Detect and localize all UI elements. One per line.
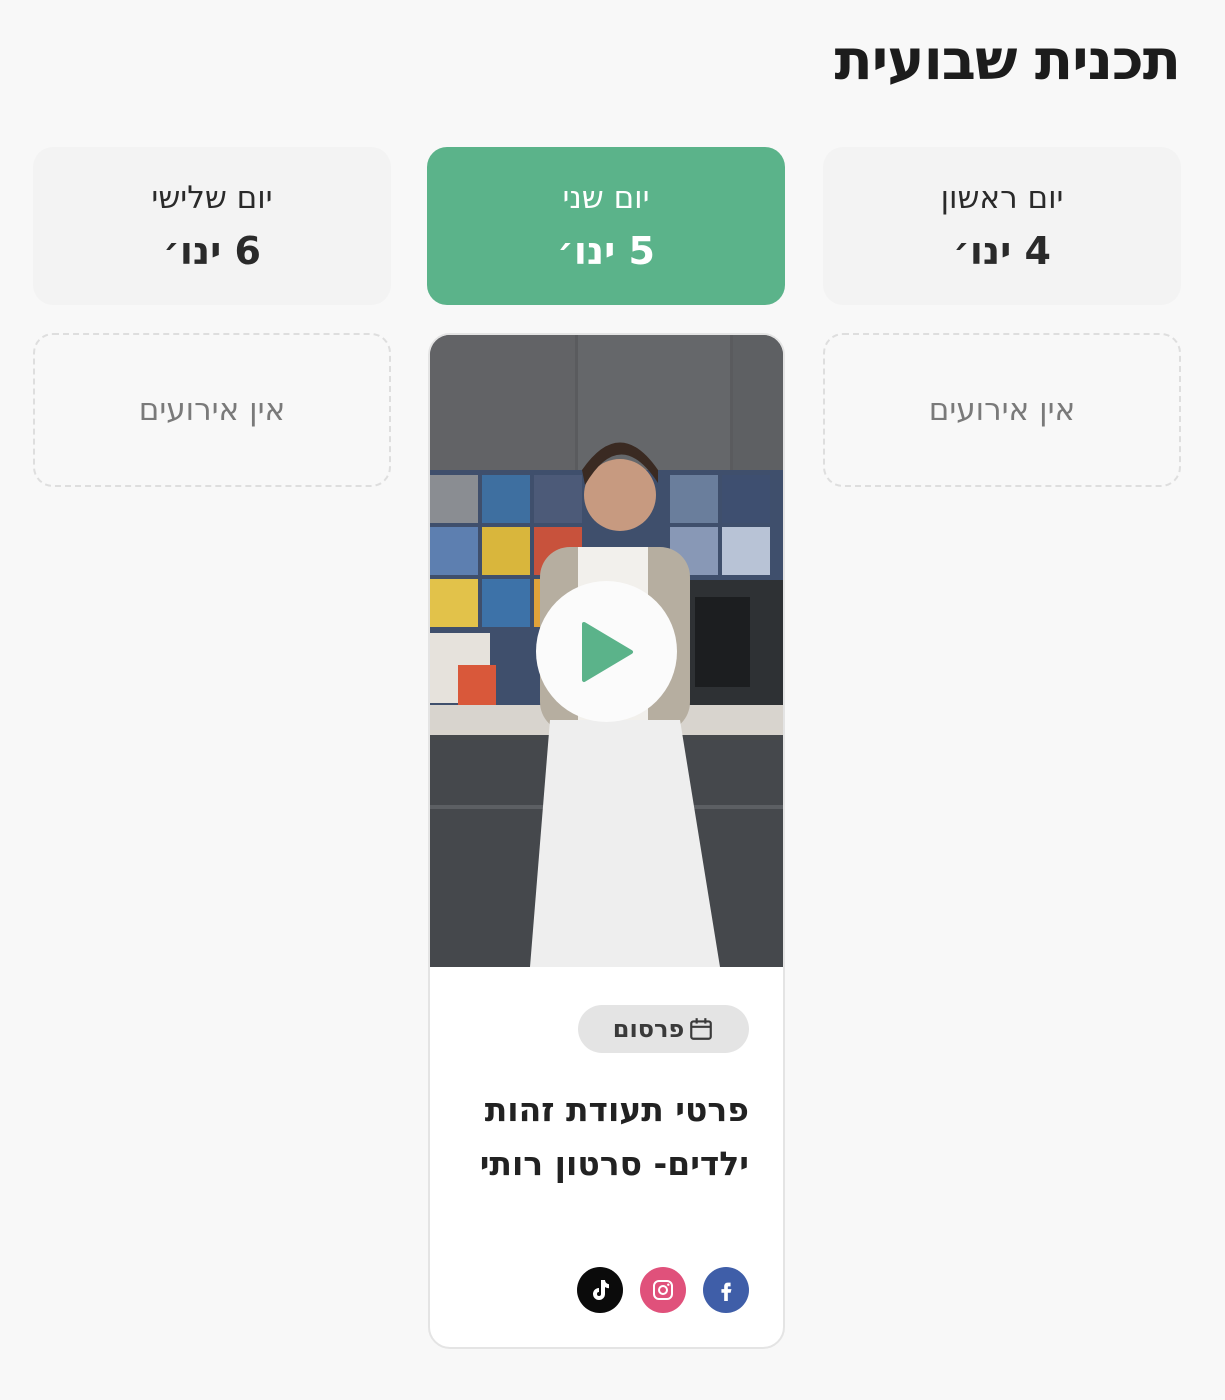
empty-state-sunday: אין אירועים <box>823 333 1181 487</box>
event-type-badge: פרסום <box>578 1005 749 1053</box>
event-type-label: פרסום <box>612 1015 685 1043</box>
video-thumbnail[interactable] <box>430 335 783 967</box>
day-header-tuesday[interactable]: יום שלישי 6 ינו׳ <box>33 147 391 305</box>
day-date: 5 ינו׳ <box>557 228 655 273</box>
day-name: יום שלישי <box>151 179 273 216</box>
event-title: פרטי תעודת זהות ילדים- סרטון רותי <box>479 1090 749 1183</box>
play-button[interactable] <box>536 581 677 722</box>
day-header-monday[interactable]: יום שני 5 ינו׳ <box>427 147 785 305</box>
play-icon <box>581 621 633 682</box>
instagram-icon[interactable] <box>640 1267 686 1313</box>
page-title: תכנית שבועית <box>834 28 1181 93</box>
social-platforms <box>577 1267 749 1313</box>
facebook-icon[interactable] <box>703 1267 749 1313</box>
day-header-sunday[interactable]: יום ראשון 4 ינו׳ <box>823 147 1181 305</box>
day-date: 4 ינו׳ <box>953 228 1051 273</box>
tiktok-icon[interactable] <box>577 1267 623 1313</box>
day-name: יום שני <box>562 179 650 216</box>
empty-state-tuesday: אין אירועים <box>33 333 391 487</box>
event-card[interactable]: פרסום פרטי תעודת זהות ילדים- סרטון רותי <box>428 333 785 1349</box>
empty-state-text: אין אירועים <box>138 392 286 428</box>
day-date: 6 ינו׳ <box>163 228 261 273</box>
calendar-icon <box>690 1018 713 1040</box>
empty-state-text: אין אירועים <box>928 392 1076 428</box>
day-name: יום ראשון <box>940 179 1064 216</box>
